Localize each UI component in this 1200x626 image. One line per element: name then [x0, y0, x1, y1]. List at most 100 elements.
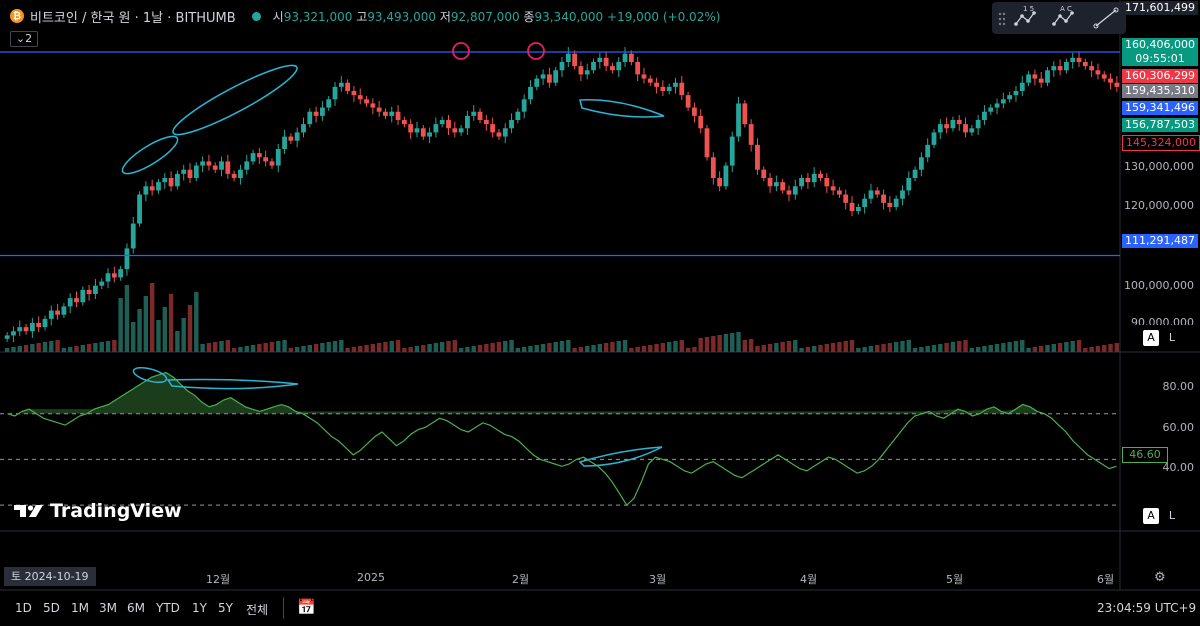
volume-bar: [427, 344, 432, 352]
volume-bar: [200, 344, 205, 352]
candle-body: [912, 169, 918, 178]
candle-body: [584, 70, 590, 75]
timeframe-ytd[interactable]: YTD: [156, 601, 180, 615]
volume-bar: [994, 344, 1000, 352]
candle-body: [937, 124, 943, 133]
timeframe-1d[interactable]: 1D: [15, 601, 32, 615]
candle-body: [490, 124, 496, 133]
settings-gear-icon[interactable]: ⚙: [1154, 570, 1166, 585]
candle-body: [307, 111, 313, 125]
volume-bar: [1051, 344, 1057, 352]
legend-toggle-button[interactable]: ⌄2: [10, 31, 38, 47]
volume-bar: [786, 341, 792, 352]
volume-bar: [969, 348, 975, 352]
candle-body: [364, 99, 369, 104]
drawing-toolbox[interactable]: 1 5 A C: [992, 2, 1126, 34]
candle-body: [837, 190, 842, 195]
candle-body: [647, 78, 653, 83]
volume-bar: [1032, 347, 1038, 352]
volume-bar: [162, 307, 167, 352]
candle-body: [729, 136, 735, 166]
volume-bar: [244, 346, 249, 352]
volume-bar: [402, 348, 407, 352]
candle-body: [1019, 82, 1025, 91]
candle-body: [17, 327, 23, 332]
volume-bar: [446, 341, 451, 352]
date-range-calendar-icon[interactable]: 📅: [297, 598, 316, 616]
candle-body: [263, 157, 269, 162]
peak-marker: [452, 42, 470, 60]
timeframe-all[interactable]: 전체: [246, 601, 268, 618]
chart-canvas[interactable]: [0, 0, 1200, 626]
timeframe-1y[interactable]: 1Y: [192, 601, 207, 615]
candle-body: [1082, 62, 1088, 67]
volume-bar: [761, 345, 766, 352]
candle-body: [458, 128, 464, 133]
timeframe-5d[interactable]: 5D: [43, 601, 60, 615]
candle-body: [622, 53, 628, 62]
volume-bar: [685, 348, 691, 352]
svg-text:A C: A C: [1060, 5, 1072, 13]
timeframe-5y[interactable]: 5Y: [218, 601, 233, 615]
volume-bar: [515, 348, 521, 352]
candle-body: [956, 120, 962, 125]
volume-bar: [465, 347, 470, 352]
volume-bar: [723, 334, 729, 352]
fib-tool-icon: [1014, 11, 1036, 26]
auto-scale-button[interactable]: A: [1143, 330, 1159, 346]
candle-body: [559, 62, 565, 71]
log-scale-button[interactable]: L: [1164, 330, 1180, 346]
symbol-title[interactable]: 비트코인 / 한국 원 · 1날 · BITHUMB: [30, 7, 236, 26]
volume-bar: [843, 341, 848, 352]
volume-bar: [276, 341, 281, 352]
timeframe-6m[interactable]: 6M: [127, 601, 145, 615]
tradingview-icon: [14, 505, 43, 517]
volume-bar: [55, 340, 60, 352]
candle-body: [111, 273, 117, 278]
volume-bar: [1089, 347, 1094, 352]
clock[interactable]: 23:04:59 UTC+9: [1097, 601, 1196, 615]
volume-bar: [1013, 341, 1019, 352]
volume-bar: [439, 342, 445, 352]
volume-bar: [988, 345, 993, 352]
volume-bar: [99, 342, 104, 352]
volume-bar: [566, 340, 571, 352]
candle-body: [704, 128, 710, 158]
rsi-auto-scale-button[interactable]: A: [1143, 508, 1159, 524]
candle-body: [748, 124, 754, 145]
candle-body: [742, 103, 748, 125]
volume-bar: [112, 340, 117, 352]
volume-bar: [1064, 342, 1069, 352]
timeframe-1m[interactable]: 1M: [71, 601, 89, 615]
rsi-log-scale-button[interactable]: L: [1164, 508, 1180, 524]
volume-bar: [585, 346, 590, 352]
volume-bar: [799, 348, 804, 352]
candle-body: [187, 169, 193, 178]
candle-body: [534, 78, 540, 87]
volume-bar: [805, 347, 811, 352]
price-tick: 90,000,000: [1131, 316, 1194, 325]
volume-bar: [704, 337, 710, 352]
candle-body: [1101, 74, 1107, 79]
volume-bar: [339, 340, 344, 352]
candle-body: [628, 53, 634, 62]
trend-line-icon: [1093, 7, 1119, 29]
volume-bar: [730, 333, 735, 352]
volume-bar: [408, 347, 413, 352]
candle-body: [887, 202, 893, 207]
timeframe-3m[interactable]: 3M: [99, 601, 117, 615]
volume-bar: [395, 340, 401, 352]
volume-bar: [666, 342, 672, 352]
tradingview-logo: TradingView: [14, 500, 182, 522]
volume-bar: [540, 344, 546, 352]
candle-body: [156, 182, 161, 191]
candle-body: [86, 289, 92, 294]
volume-bar: [547, 343, 552, 352]
candle-body: [792, 186, 798, 195]
price-tick: 130,000,000: [1124, 160, 1194, 173]
volume-bar: [414, 346, 420, 352]
volume-bar: [49, 341, 54, 352]
volume-bar: [717, 335, 722, 352]
candle-body: [414, 128, 420, 133]
annotation-ellipse: [172, 64, 298, 136]
